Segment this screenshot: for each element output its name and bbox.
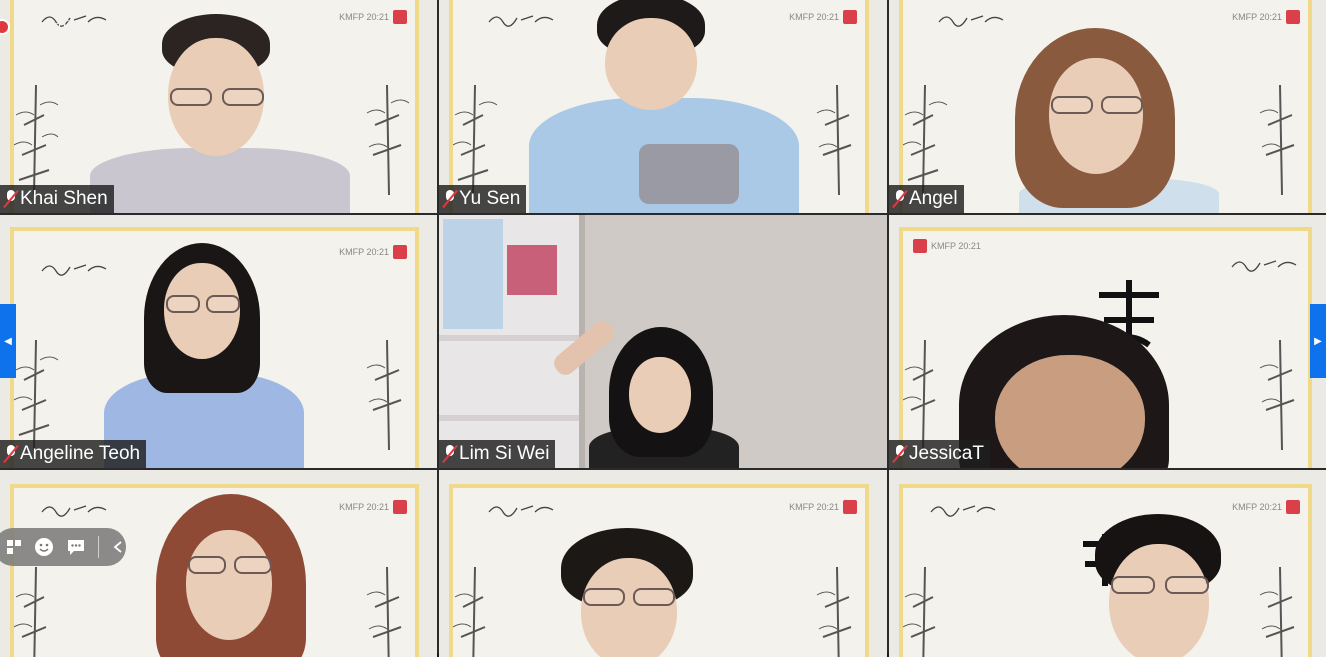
video-tile-jessicat[interactable]: KMFP 20:21 JessicaT — [889, 215, 1326, 468]
participant-name-tag: Lim Si Wei — [439, 440, 556, 468]
participant-video — [550, 317, 739, 468]
participant-video — [156, 494, 306, 657]
participant-name: Angel — [909, 188, 958, 209]
participant-video — [1095, 514, 1225, 657]
bookshelf — [439, 215, 585, 468]
previous-page-button[interactable]: ◀ — [0, 304, 16, 378]
event-stamp: KMFP 20:21 — [913, 239, 981, 253]
bamboo-decoration — [366, 340, 402, 450]
participant-video — [529, 0, 799, 213]
floating-reaction-toolbar — [0, 528, 126, 566]
video-gallery: KMFP 20:21 Recording Khai Shen KMFP 20:2… — [0, 0, 1326, 657]
bamboo-decoration — [816, 85, 852, 195]
video-tile-angel[interactable]: KMFP 20:21 Angel — [889, 0, 1326, 213]
video-tile-participant-9[interactable]: KMFP 20:21 — [889, 470, 1326, 657]
event-stamp: KMFP 20:21 — [789, 10, 857, 24]
bamboo-decoration — [816, 567, 852, 657]
calligraphy-signature — [930, 505, 996, 517]
video-tile-khai-shen[interactable]: KMFP 20:21 Recording Khai Shen — [0, 0, 437, 213]
participant-name: Khai Shen — [20, 188, 108, 209]
mic-muted-icon — [892, 444, 908, 464]
bamboo-decoration — [1259, 567, 1295, 657]
mic-muted-icon — [442, 189, 458, 209]
participant-name: Angeline Teoh — [20, 443, 141, 464]
participant-video — [104, 243, 314, 468]
participant-name-tag: Angel — [889, 185, 964, 213]
event-stamp: KMFP 20:21 — [339, 245, 407, 259]
video-tile-lim-si-wei[interactable]: Lim Si Wei — [439, 215, 887, 468]
mic-muted-icon — [3, 189, 19, 209]
participant-video — [561, 528, 701, 657]
participant-name: Lim Si Wei — [459, 443, 550, 464]
caret-left-icon: ◀ — [4, 335, 12, 347]
bamboo-decoration — [453, 567, 486, 657]
bamboo-decoration — [366, 85, 410, 195]
participant-video — [959, 315, 1179, 468]
bamboo-decoration — [903, 340, 936, 450]
mic-muted-icon — [3, 444, 19, 464]
toolbar-divider — [98, 536, 99, 558]
chat-icon[interactable] — [66, 537, 86, 557]
participant-video — [90, 10, 350, 213]
bamboo-decoration — [903, 85, 948, 195]
event-stamp: KMFP 20:21 — [789, 500, 857, 514]
bamboo-decoration — [1259, 85, 1295, 195]
emoji-icon[interactable] — [34, 537, 54, 557]
calligraphy-signature — [41, 264, 107, 276]
bamboo-decoration — [366, 567, 402, 657]
video-tile-participant-8[interactable]: KMFP 20:21 — [439, 470, 887, 657]
calligraphy-signature — [488, 505, 554, 517]
participant-name-tag: Khai Shen — [0, 185, 114, 213]
event-stamp: KMFP 20:21 — [339, 500, 407, 514]
recording-indicator: Recording — [0, 18, 86, 35]
bamboo-decoration — [14, 567, 47, 657]
participant-name: Yu Sen — [459, 188, 521, 209]
caret-right-icon: ▶ — [1314, 335, 1322, 347]
calligraphy-signature — [41, 505, 107, 517]
bamboo-decoration — [14, 340, 59, 450]
participant-name: JessicaT — [909, 443, 984, 464]
bamboo-decoration — [453, 85, 498, 195]
recording-label: Recording — [18, 18, 87, 35]
participant-name-tag: Angeline Teoh — [0, 440, 147, 468]
event-stamp: KMFP 20:21 — [1232, 10, 1300, 24]
participant-name-tag: Yu Sen — [439, 185, 527, 213]
next-page-button[interactable]: ▶ — [1310, 304, 1326, 378]
event-stamp: KMFP 20:21 — [1232, 500, 1300, 514]
bamboo-decoration — [1259, 340, 1295, 450]
calligraphy-signature — [1231, 260, 1297, 272]
participant-video — [1009, 28, 1229, 213]
collapse-chevron-icon[interactable] — [111, 537, 126, 557]
recording-dot-icon — [0, 18, 10, 35]
mic-muted-icon — [442, 444, 458, 464]
video-tile-yu-sen[interactable]: KMFP 20:21 Yu Sen — [439, 0, 887, 213]
calligraphy-signature — [938, 15, 1004, 27]
participant-name-tag: JessicaT — [889, 440, 990, 468]
bamboo-decoration — [14, 85, 59, 195]
bamboo-decoration — [903, 567, 936, 657]
mic-muted-icon — [892, 189, 908, 209]
grid-layout-icon[interactable] — [6, 537, 22, 557]
video-tile-angeline-teoh[interactable]: KMFP 20:21 Angeline Teoh — [0, 215, 437, 468]
